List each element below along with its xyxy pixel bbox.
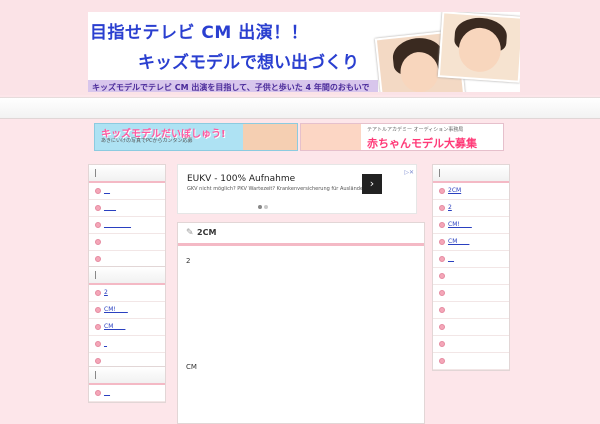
left-sidebar-widget-3: __ [88, 366, 166, 403]
ad-pager[interactable] [258, 203, 270, 211]
sidebar-link[interactable]: ____ [104, 204, 116, 211]
sidebar-link-item[interactable] [433, 302, 509, 319]
sidebar-link-item[interactable]: CM!____ [89, 302, 165, 319]
bullet-icon [439, 324, 445, 330]
bullet-icon [439, 307, 445, 313]
sidebar-link[interactable]: 2CM [448, 187, 461, 194]
post-icon: ✎ [186, 228, 194, 238]
banner-ad-photo [243, 124, 297, 150]
bullet-icon [95, 205, 101, 211]
left-sidebar-widget-1: __ ____ _________ [88, 164, 166, 269]
widget-heading [89, 267, 165, 285]
bullet-icon [95, 324, 101, 330]
adchoices-icon[interactable]: ▷✕ [404, 169, 414, 176]
sidebar-link[interactable]: __ [448, 255, 454, 262]
baby-model-banner-ad[interactable]: テアトルアカデミー オーディション事務局 赤ちゃんモデル大募集 [300, 123, 504, 151]
sidebar-link-item[interactable]: ____ [89, 200, 165, 217]
sidebar-link[interactable]: __ [104, 187, 110, 194]
kids-model-banner-ad[interactable]: キッズモデルだいぼしゅう! あきにいけの写真でPCからカンタン応募 [94, 123, 298, 151]
ad-description: GKV nicht möglich? PKV Wartezeit? Kranke… [187, 186, 366, 192]
post-title[interactable]: 2CM [197, 228, 216, 237]
post-body-line: CM [186, 363, 197, 371]
bullet-icon [95, 222, 101, 228]
left-sidebar-widget-2: 2 CM!____ CM____ _ [88, 266, 166, 371]
sidebar-link-item[interactable]: CM____ [433, 234, 509, 251]
bullet-icon [95, 307, 101, 313]
bullet-icon [95, 390, 101, 396]
bullet-icon [439, 239, 445, 245]
bullet-icon [95, 239, 101, 245]
sidebar-link-item[interactable] [433, 319, 509, 336]
sidebar-link[interactable]: CM____ [448, 238, 469, 245]
post-body-line: 2 [186, 257, 191, 265]
site-header-banner[interactable]: 目指せテレビ CM 出演！！ キッズモデルで想い出づくり キッズモデルでテレビ … [88, 12, 520, 92]
sidebar-link[interactable]: _ [104, 340, 107, 347]
sidebar-link[interactable]: __ [104, 389, 110, 396]
bullet-icon [439, 256, 445, 262]
bullet-icon [439, 341, 445, 347]
sidebar-link-item[interactable]: __ [89, 183, 165, 200]
banner-ad-photo [301, 124, 361, 150]
child-photo-2 [437, 12, 520, 83]
sidebar-link-item[interactable]: 2 [433, 200, 509, 217]
header-title: 目指せテレビ CM 出演！！ [90, 23, 309, 43]
post-header: ✎ 2CM [178, 223, 424, 246]
bullet-icon [439, 188, 445, 194]
widget-heading [89, 165, 165, 183]
sidebar-link[interactable]: _________ [104, 221, 131, 228]
bullet-icon [95, 188, 101, 194]
sidebar-link-item[interactable] [433, 353, 509, 370]
header-tagline-bar: キッズモデルでテレビ CM 出演を目指して、子供と歩いた 4 年間のおもいで [88, 80, 378, 92]
ad-headline[interactable]: EUKV - 100% Aufnahme [187, 174, 295, 184]
bullet-icon [95, 341, 101, 347]
widget-heading [89, 367, 165, 385]
bullet-icon [439, 222, 445, 228]
sidebar-link-item[interactable]: _________ [89, 217, 165, 234]
sidebar-link[interactable]: 2 [448, 204, 452, 211]
sidebar-link-item[interactable]: CM!____ [433, 217, 509, 234]
sidebar-link[interactable]: 2 [104, 289, 108, 296]
sidebar-link[interactable]: CM!____ [104, 306, 128, 313]
blog-post: ✎ 2CM 2 CM [177, 222, 425, 424]
text-ad-unit[interactable]: EUKV - 100% Aufnahme GKV nicht möglich? … [177, 164, 417, 214]
bullet-icon [95, 358, 101, 364]
sidebar-link-item[interactable]: _ [89, 336, 165, 353]
bullet-icon [439, 358, 445, 364]
banner-ad-sub: あきにいけの写真でPCからカンタン応募 [101, 138, 193, 144]
sidebar-link-item[interactable] [433, 285, 509, 302]
right-sidebar-widget: 2CM 2 CM!____ CM____ __ [432, 164, 510, 371]
pager-dot[interactable] [258, 205, 262, 209]
banner-ad-sub: テアトルアカデミー オーディション事務局 [367, 127, 464, 133]
chevron-right-icon[interactable]: › [362, 174, 382, 194]
pager-dot[interactable] [264, 205, 268, 209]
bullet-icon [95, 256, 101, 262]
sidebar-link[interactable]: CM!____ [448, 221, 472, 228]
header-subtitle: キッズモデルで想い出づくり [138, 53, 359, 73]
widget-heading [433, 165, 509, 183]
banner-ad-title: 赤ちゃんモデル大募集 [367, 137, 477, 150]
sidebar-link-item[interactable]: __ [89, 385, 165, 402]
sidebar-link-item[interactable]: 2 [89, 285, 165, 302]
sidebar-link-item[interactable] [433, 268, 509, 285]
bullet-icon [439, 205, 445, 211]
bullet-icon [439, 290, 445, 296]
sidebar-link[interactable]: CM____ [104, 323, 125, 330]
sidebar-link-item[interactable]: __ [433, 251, 509, 268]
sidebar-link-item[interactable]: CM____ [89, 319, 165, 336]
sidebar-link-item[interactable]: 2CM [433, 183, 509, 200]
header-tagline: キッズモデルでテレビ CM 出演を目指して、子供と歩いた 4 年間のおもいで [92, 83, 370, 92]
sidebar-link-item[interactable] [433, 336, 509, 353]
global-nav-bar [0, 97, 600, 119]
bullet-icon [95, 290, 101, 296]
bullet-icon [439, 273, 445, 279]
sidebar-link-item[interactable] [89, 234, 165, 251]
